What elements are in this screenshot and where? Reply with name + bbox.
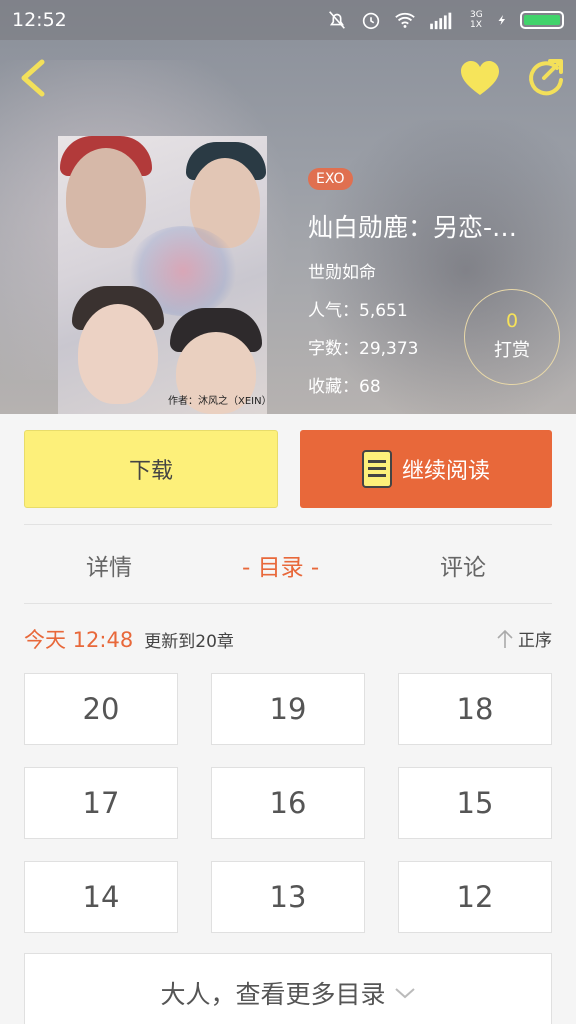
status-time: 12:52 <box>12 9 67 31</box>
book-icon <box>361 450 392 488</box>
charging-icon <box>498 15 505 25</box>
status-bar: 12:52 3G 1X <box>0 0 576 40</box>
chapter-number: 17 <box>82 786 120 820</box>
download-button[interactable]: 下载 <box>24 430 278 508</box>
tip-label: 打赏 <box>494 340 530 361</box>
chapter-item[interactable]: 16 <box>211 767 365 839</box>
signal-icon <box>430 12 452 30</box>
chapter-item[interactable]: 19 <box>211 673 365 745</box>
chapter-item[interactable]: 15 <box>398 767 552 839</box>
chapter-number: 16 <box>269 786 307 820</box>
divider <box>24 603 552 604</box>
arrow-up-icon <box>497 629 513 648</box>
wifi-icon <box>395 12 415 28</box>
download-label: 下载 <box>128 459 173 484</box>
chapter-number: 20 <box>82 692 120 726</box>
network-label: 3G 1X <box>470 10 483 30</box>
mute-icon <box>329 11 345 29</box>
tab-catalog[interactable]: - 目录 - <box>242 548 319 582</box>
chapter-number: 12 <box>456 880 494 914</box>
chapter-item[interactable]: 13 <box>211 861 365 933</box>
more-catalog-button[interactable]: 大人，查看更多目录 <box>24 953 552 1024</box>
book-author[interactable]: 世勋如命 <box>308 258 568 283</box>
update-text: 更新到20章 <box>144 632 234 652</box>
divider <box>24 524 552 525</box>
update-time: 今天 12:48 <box>24 628 134 652</box>
tip-count: 0 <box>505 310 519 332</box>
continue-reading-button[interactable]: 继续阅读 <box>300 430 552 508</box>
continue-reading-label: 继续阅读 <box>401 459 490 484</box>
update-info: 今天 12:48 更新到20章 正序 <box>24 624 552 654</box>
share-icon[interactable] <box>524 56 566 98</box>
chapter-number: 14 <box>82 880 120 914</box>
chapter-item[interactable]: 14 <box>24 861 178 933</box>
chevron-down-icon <box>394 988 415 999</box>
chapter-item[interactable]: 20 <box>24 673 178 745</box>
chapter-number: 15 <box>456 786 494 820</box>
heart-icon[interactable] <box>458 58 502 98</box>
tip-button[interactable]: 0 打赏 <box>464 289 560 385</box>
sort-label: 正序 <box>518 631 552 651</box>
cover-author-text: 作者：沐风之（XEIN） <box>168 396 267 407</box>
back-icon[interactable] <box>14 56 54 100</box>
tab-comments[interactable]: 评论 <box>440 548 486 582</box>
category-tag[interactable]: EXO <box>308 168 353 190</box>
more-catalog-label: 大人，查看更多目录 <box>160 980 386 1009</box>
main-content: 下载 继续阅读 详情 - 目录 - 评论 今天 12:48 更新到20章 正序 … <box>0 414 576 1024</box>
chapter-item[interactable]: 17 <box>24 767 178 839</box>
chapter-item[interactable]: 18 <box>398 673 552 745</box>
chapter-number: 13 <box>269 880 307 914</box>
top-bar <box>0 40 576 116</box>
tab-details[interactable]: 详情 <box>86 548 132 582</box>
chapter-number: 18 <box>456 692 494 726</box>
book-cover: 作者：沐风之（XEIN） <box>58 136 267 414</box>
chapter-number: 19 <box>269 692 307 726</box>
battery-icon <box>520 11 564 29</box>
alarm-icon <box>362 12 380 30</box>
chapter-item[interactable]: 12 <box>398 861 552 933</box>
sort-button[interactable]: 正序 <box>496 626 552 651</box>
book-title: 灿白勋鹿：另恋-… <box>308 213 518 242</box>
